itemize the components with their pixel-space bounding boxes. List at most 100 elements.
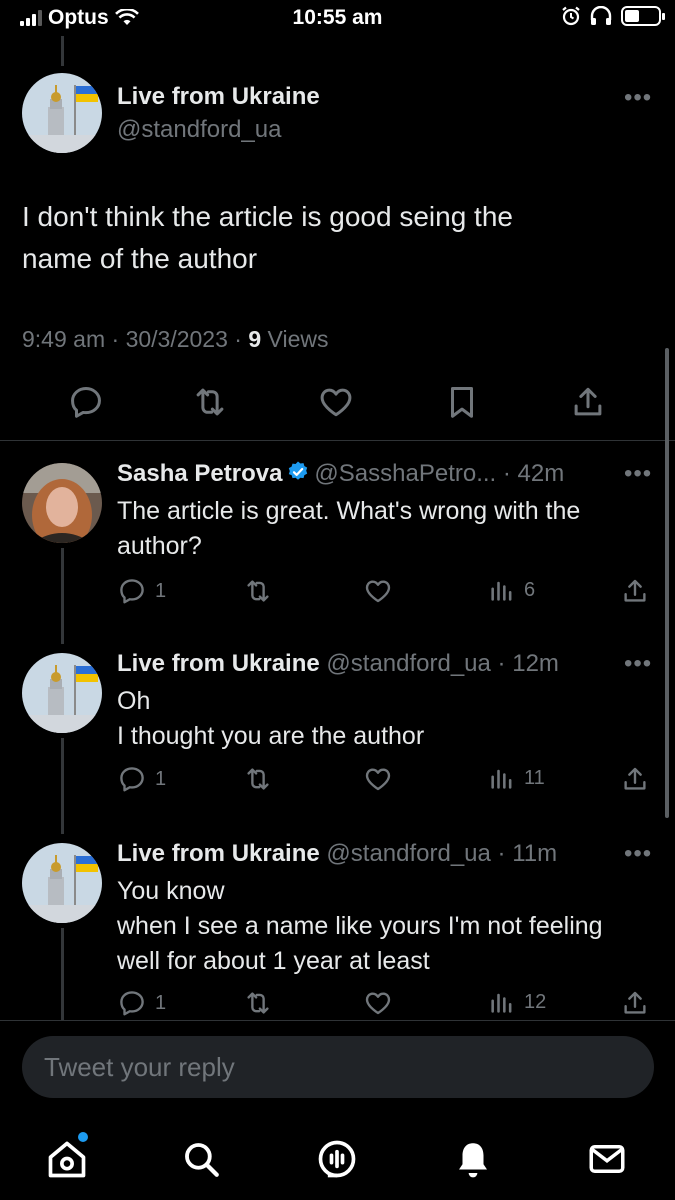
reply-author-name[interactable]: Live from Ukraine [117, 650, 320, 677]
thread-line-top [61, 36, 64, 66]
status-bar: Optus 10:55 am [0, 0, 675, 36]
reply-icon [120, 579, 144, 604]
reply-text-line: well for about 1 year at least [117, 947, 430, 975]
views-count: 9 [248, 326, 262, 352]
views-button[interactable]: 12 [488, 988, 546, 1016]
more-options-icon[interactable]: ••• [624, 840, 652, 868]
heart-icon [365, 580, 391, 603]
reply-text-line: The article is great. What's wrong with … [117, 497, 581, 525]
reply-count: 1 [155, 579, 167, 602]
like-button[interactable] [363, 764, 393, 794]
views-label: Views [267, 326, 329, 352]
reply-age[interactable]: 11m [512, 840, 557, 867]
reply-text-line: when I see a name like yours I'm not fee… [117, 912, 603, 940]
more-options-icon[interactable]: ••• [624, 650, 652, 678]
reply-age[interactable]: 42m [518, 460, 565, 487]
tab-home[interactable] [42, 1132, 92, 1184]
views-button[interactable]: 11 [488, 764, 545, 792]
search-icon [185, 1143, 219, 1177]
reply-button[interactable] [67, 383, 105, 421]
reply-icon [71, 387, 101, 418]
notification-dot [78, 1132, 88, 1142]
reply-item[interactable]: Sasha Petrova @SasshaPetro... · 42m ••• T… [0, 460, 675, 620]
tab-spaces[interactable] [312, 1134, 362, 1184]
reply-item[interactable]: Live from Ukraine @standford_ua · 11m ••… [0, 840, 675, 1020]
more-options-icon[interactable]: ••• [624, 460, 652, 488]
reply-input[interactable] [44, 1036, 624, 1098]
reply-author-name[interactable]: Sasha Petrova [117, 460, 282, 487]
reply-author-handle[interactable]: @SasshaPetro... [314, 460, 496, 487]
bookmark-button[interactable] [443, 383, 481, 421]
reply-header: Live from Ukraine @standford_ua · 11m [117, 840, 557, 868]
share-button[interactable] [620, 988, 650, 1018]
avatar[interactable] [22, 653, 102, 733]
status-right [561, 6, 665, 26]
messages-icon [589, 1145, 625, 1173]
tweet-date[interactable]: 30/3/2023 [126, 326, 228, 352]
tweet-meta: 9:49 am · 30/3/2023 · 9 Views [22, 326, 328, 353]
more-options-icon[interactable]: ••• [624, 84, 652, 112]
views-count: 12 [524, 990, 547, 1013]
retweet-button[interactable] [243, 764, 273, 794]
retweet-button[interactable] [191, 383, 229, 421]
share-button[interactable] [569, 383, 607, 421]
avatar[interactable] [22, 73, 102, 153]
separator: · [496, 460, 518, 487]
views-icon [491, 769, 512, 789]
heart-icon [365, 768, 391, 791]
separator: · [111, 326, 126, 352]
notifications-icon [459, 1143, 487, 1178]
retweet-button[interactable] [243, 576, 273, 606]
reply-author-handle[interactable]: @standford_ua [326, 840, 490, 867]
reply-author-name[interactable]: Live from Ukraine [117, 840, 320, 867]
reply-count: 1 [155, 991, 167, 1014]
reply-button[interactable]: 1 [117, 764, 166, 794]
verified-badge-icon [289, 461, 308, 480]
reply-header: Sasha Petrova @SasshaPetro... · 42m [117, 460, 564, 488]
share-button[interactable] [620, 764, 650, 794]
reply-count: 1 [155, 767, 167, 790]
like-button[interactable] [317, 383, 355, 421]
tab-notifications[interactable] [448, 1134, 498, 1184]
reply-author-handle[interactable]: @standford_ua [326, 650, 490, 677]
reply-text: You know when I see a name like yours I'… [117, 874, 647, 979]
heart-icon [365, 992, 391, 1015]
spaces-icon [318, 1140, 356, 1178]
separator: · [490, 840, 513, 867]
tweet-text: I don't think the article is good seing … [22, 196, 642, 280]
alarm-icon [562, 6, 580, 26]
scrollbar[interactable] [665, 348, 669, 818]
avatar[interactable] [22, 843, 102, 923]
share-button[interactable] [620, 576, 650, 606]
tab-search[interactable] [176, 1134, 226, 1184]
author-handle[interactable]: @standford_ua [117, 116, 281, 144]
reply-composer[interactable] [22, 1036, 654, 1098]
like-button[interactable] [363, 988, 393, 1018]
reply-age[interactable]: 12m [512, 650, 559, 677]
reply-text-line: You know [117, 877, 225, 905]
views-icon [491, 993, 512, 1013]
headphones-icon [590, 6, 612, 25]
reply-button[interactable]: 1 [117, 988, 166, 1018]
views-count: 6 [524, 578, 536, 601]
retweet-icon [247, 768, 269, 790]
retweet-button[interactable] [243, 988, 273, 1018]
views-count: 11 [524, 766, 545, 789]
tweet-text-line: I don't think the article is good seing … [22, 201, 513, 232]
share-icon [624, 767, 646, 790]
share-icon [624, 579, 646, 602]
tweet-time[interactable]: 9:49 am [22, 326, 105, 352]
author-name[interactable]: Live from Ukraine [117, 83, 320, 111]
reply-icon [120, 991, 144, 1016]
reply-text-line: I thought you are the author [117, 722, 425, 750]
reply-button[interactable]: 1 [117, 576, 166, 606]
views-icon [491, 581, 512, 601]
like-button[interactable] [363, 576, 393, 606]
reply-item[interactable]: Live from Ukraine @standford_ua · 12m ••… [0, 650, 675, 810]
heart-icon [320, 388, 352, 417]
tab-messages[interactable] [582, 1134, 632, 1184]
retweet-icon [247, 992, 269, 1014]
tab-bar [0, 1120, 675, 1200]
avatar[interactable] [22, 463, 102, 543]
views-button[interactable]: 6 [488, 576, 535, 604]
